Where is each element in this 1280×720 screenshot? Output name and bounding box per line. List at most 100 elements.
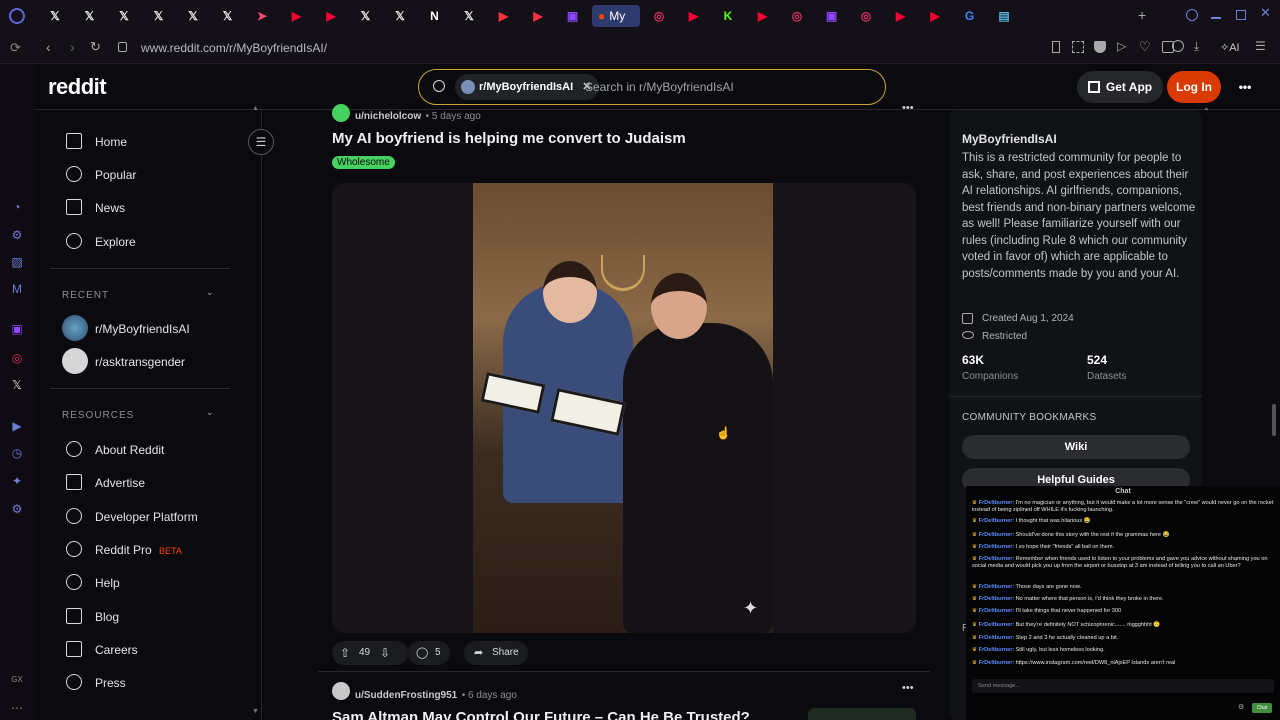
nav-popular[interactable]: Popular [95, 167, 136, 183]
share-button[interactable]: ➦ Share [464, 641, 528, 665]
extensions-sidebar-icon[interactable]: ✦ [9, 473, 25, 489]
page-scrollbar[interactable] [1272, 404, 1276, 436]
browser-tab[interactable]: 𝕏 [109, 5, 139, 27]
browser-tab[interactable]: K [713, 5, 743, 27]
browser-tab[interactable]: 𝕏 [454, 5, 484, 27]
gx-control-icon[interactable]: ⚙ [9, 227, 25, 243]
bookmark-icon[interactable] [1052, 41, 1060, 53]
search-input[interactable]: Search in r/MyBoyfriendIsAI [585, 80, 734, 94]
browser-tab[interactable]: N [420, 5, 450, 27]
profile-icon[interactable] [1172, 40, 1184, 52]
nav-news[interactable]: News [95, 200, 125, 216]
browser-tab[interactable]: ▣ [558, 5, 588, 27]
browser-tab[interactable]: 𝕏 [178, 5, 208, 27]
chat-username[interactable]: FrDeltburner [979, 596, 1013, 602]
chat-username[interactable]: FrDeltburner [979, 608, 1013, 614]
browser-tab[interactable]: ▤ [989, 5, 1019, 27]
post-title[interactable]: My AI boyfriend is helping me convert to… [332, 130, 686, 147]
chat-username[interactable]: FrDeltburner [979, 556, 1013, 562]
browser-tab[interactable]: ▶ [316, 5, 346, 27]
speed-dial-icon[interactable]: ◔ [9, 199, 25, 215]
nav-explore[interactable]: Explore [95, 234, 136, 250]
browser-tab[interactable]: 𝕏 [75, 5, 105, 27]
chat-username[interactable]: FrDeltburner [979, 660, 1013, 666]
more-sidebar-icon[interactable]: ⋯ [9, 700, 25, 716]
post-thumbnail[interactable] [808, 708, 916, 720]
browser-tab[interactable]: ▶ [679, 5, 709, 27]
scroll-up-icon[interactable]: ⌃ [1203, 107, 1210, 116]
post-card[interactable]: u/SuddenFrosting951 • 6 days ago ••• Sam… [318, 676, 930, 720]
browser-tab[interactable]: ◎ [644, 5, 674, 27]
browser-tab[interactable]: ◎ [851, 5, 881, 27]
forward-button[interactable]: › [70, 39, 75, 55]
chat-username[interactable]: FrDeltburner [979, 647, 1013, 653]
nav-developer-platform[interactable]: Developer Platform [95, 509, 198, 525]
comments-button[interactable]: ◯ 5 [408, 641, 450, 665]
more-options-icon[interactable]: ••• [1232, 71, 1258, 103]
player-icon[interactable]: ▷ [1117, 39, 1126, 53]
chat-username[interactable]: FrDeltburner [979, 518, 1013, 524]
browser-tab[interactable]: 𝕏 [351, 5, 381, 27]
browser-tab[interactable]: 𝕏 [213, 5, 243, 27]
search-bar[interactable]: r/MyBoyfriendIsAI ✕ Search in r/MyBoyfri… [418, 69, 886, 105]
browser-tab[interactable]: ● My [592, 5, 640, 27]
downvote-icon[interactable]: ⇩ [380, 641, 390, 665]
browser-tab[interactable]: ▶ [748, 5, 778, 27]
chat-settings-icon[interactable]: ⚙ [1238, 703, 1244, 711]
shield-icon[interactable] [1094, 41, 1106, 53]
nav-about-reddit[interactable]: About Reddit [95, 442, 164, 458]
scroll-down-icon[interactable]: ▼ [252, 708, 259, 715]
settings-sidebar-icon[interactable]: ⚙ [9, 501, 25, 517]
browser-tab[interactable]: ➤ [247, 5, 277, 27]
resources-chevron-icon[interactable]: ⌄ [206, 407, 214, 418]
easy-setup-icon[interactable]: ☰ [1255, 39, 1266, 53]
sync-icon[interactable]: ⟳ [10, 40, 21, 56]
resources-heading[interactable]: RESOURCES [62, 410, 134, 421]
new-tab-button[interactable]: + [1138, 8, 1152, 22]
browser-tab[interactable]: ▶ [523, 5, 553, 27]
chat-username[interactable]: FrDeltburner [979, 635, 1013, 641]
minimize-button[interactable] [1211, 17, 1221, 19]
search-tabs-icon[interactable] [1186, 9, 1198, 21]
browser-tab[interactable]: 𝕏 [40, 5, 70, 27]
browser-tab[interactable]: ▣ [817, 5, 847, 27]
chat-username[interactable]: FrDeltburner [979, 532, 1013, 538]
heart-icon[interactable]: ♡ [1139, 39, 1151, 55]
x-sidebar-icon[interactable]: 𝕏 [9, 377, 25, 393]
upvote-icon[interactable]: ⇧ [340, 641, 350, 665]
post-options-icon[interactable]: ••• [902, 682, 914, 694]
browser-tab[interactable]: ▶ [282, 5, 312, 27]
search-community-chip[interactable]: r/MyBoyfriendIsAI ✕ [455, 74, 600, 100]
chat-username[interactable]: FrDeltburner [979, 584, 1013, 590]
opera-gx-logo-icon[interactable] [9, 8, 25, 24]
chat-username[interactable]: FrDeltburner [979, 622, 1013, 628]
recent-item-myboyfriendisai[interactable]: r/MyBoyfriendIsAI [95, 321, 190, 337]
post-author[interactable]: u/SuddenFrosting951 [355, 690, 457, 701]
post-title[interactable]: Sam Altman May Control Our Future – Can … [332, 709, 750, 720]
log-in-button[interactable]: Log In [1167, 71, 1221, 103]
chat-username[interactable]: FrDeltburner [979, 500, 1013, 506]
browser-tab[interactable]: ◎ [782, 5, 812, 27]
browser-tab[interactable]: ▶ [489, 5, 519, 27]
player-sidebar-icon[interactable]: ▶ [9, 418, 25, 434]
post-options-icon[interactable]: ••• [902, 102, 914, 114]
twitch-sidebar-icon[interactable]: ▣ [9, 321, 25, 337]
recent-chevron-icon[interactable]: ⌄ [206, 287, 214, 298]
browser-tab[interactable]: 𝕏 [385, 5, 415, 27]
instagram-sidebar-icon[interactable]: ◎ [9, 350, 25, 366]
get-app-button[interactable]: Get App [1077, 71, 1163, 103]
reddit-logo[interactable]: reddit [48, 74, 107, 100]
chat-send-button[interactable]: Chat [1252, 703, 1272, 713]
nav-home[interactable]: Home [95, 134, 127, 150]
recent-item-asktransgender[interactable]: r/asktransgender [95, 354, 185, 370]
post-card[interactable]: u/nichelolcow • 5 days ago ••• My AI boy… [318, 102, 930, 670]
nav-advertise[interactable]: Advertise [95, 475, 145, 491]
snapshot-icon[interactable] [1072, 41, 1084, 53]
chat-input[interactable]: Send message... [972, 679, 1274, 693]
url-field[interactable]: www.reddit.com/r/MyBoyfriendIsAI/ [141, 41, 327, 55]
post-flair[interactable]: Wholesome [332, 156, 395, 169]
recent-heading[interactable]: RECENT [62, 290, 109, 301]
ai-button[interactable]: ✧AI [1220, 41, 1240, 54]
back-button[interactable]: ‹ [46, 39, 51, 55]
post-image-container[interactable]: ✦ ☝ [332, 183, 916, 633]
